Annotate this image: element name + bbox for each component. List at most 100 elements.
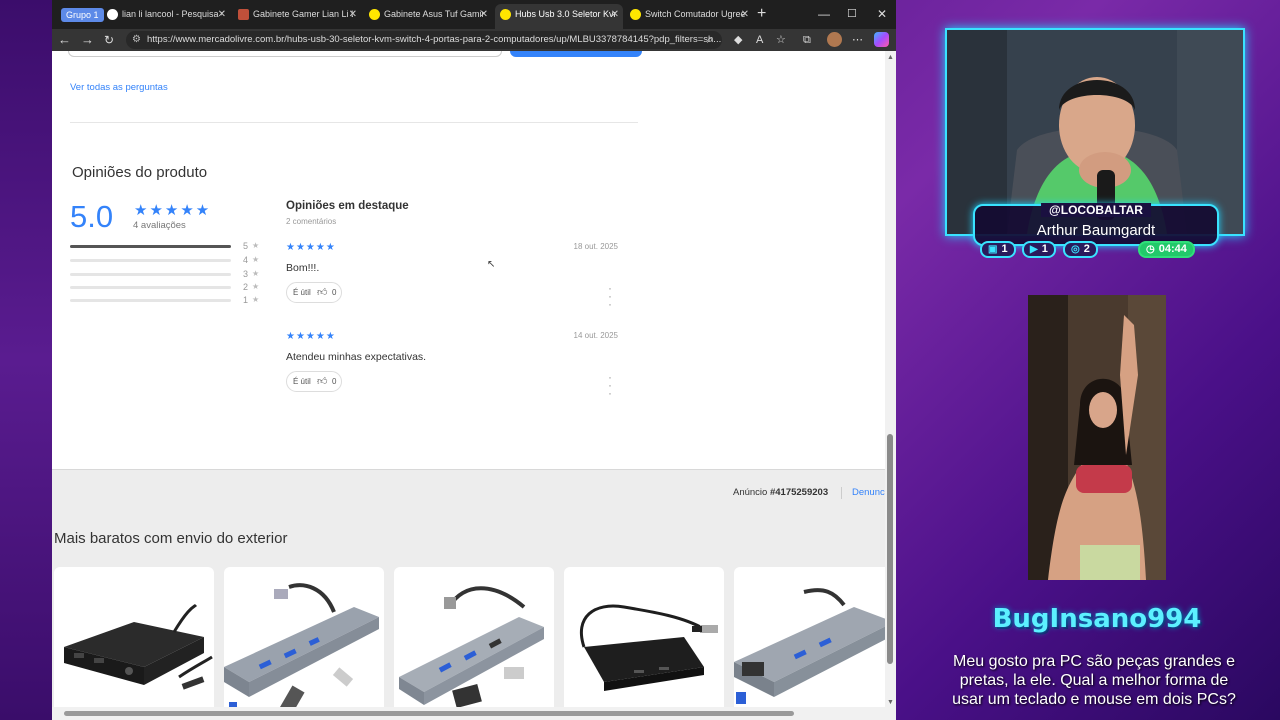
scrollbar-thumb[interactable] [64, 711, 794, 716]
helpful-button[interactable]: É útil 👍︎ 0 [286, 282, 342, 303]
scrollbar-thumb[interactable] [887, 434, 893, 664]
product-favicon-icon [238, 9, 249, 20]
review-date: 18 out. 2025 [573, 242, 618, 251]
youtube-stat: ▶ 1 [1022, 241, 1056, 258]
more-options-icon[interactable]: · · · [608, 371, 612, 399]
mercadolivre-icon [369, 9, 380, 20]
thumbs-up-icon: 👍︎ [317, 287, 328, 298]
kick-stat: ◎ 2 [1063, 241, 1098, 258]
url-text: https://www.mercadolivre.com.br/hubs-usb… [147, 34, 722, 45]
forward-icon[interactable]: → [81, 31, 94, 49]
vertical-scrollbar[interactable]: ▲ ▼ [885, 51, 896, 720]
address-bar[interactable]: ⚙ https://www.mercadolivre.com.br/hubs-u… [126, 31, 722, 49]
twitch-icon: ▣ [988, 244, 998, 255]
maximize-icon[interactable]: ☐ [847, 4, 857, 24]
close-icon[interactable]: ✕ [480, 4, 488, 25]
tab-label: Switch Comutador Ugreen [645, 9, 745, 19]
ask-button[interactable] [510, 51, 642, 57]
rating-distribution-row: 2 ★ [70, 282, 270, 293]
back-icon[interactable]: ← [58, 31, 71, 49]
page-content: Ver todas as perguntas Opiniões do produ… [52, 51, 885, 720]
site-info-icon[interactable]: ⚙ [132, 31, 141, 49]
rating-count: 4 avaliações [133, 220, 186, 231]
rating-distribution-row: 3 ★ [70, 269, 270, 280]
copilot-icon[interactable] [874, 32, 889, 47]
tab-group-label[interactable]: Grupo 1 [61, 8, 104, 22]
minimize-icon[interactable]: — [818, 4, 830, 24]
rating-distribution-row: 1 ★ [70, 295, 270, 306]
review-text: Atendeu minhas expectativas. [286, 351, 427, 363]
helpful-button[interactable]: É útil 👍︎ 0 [286, 371, 342, 392]
ad-number: Anúncio #4175259203 [733, 487, 829, 498]
product-card[interactable] [224, 567, 384, 720]
star-icon: ★ [252, 282, 260, 291]
star-icon: ★ [252, 295, 260, 304]
star-icon: ★ [252, 269, 260, 278]
rating-score: 5.0 [70, 199, 114, 234]
star-icon: ★ [252, 241, 260, 250]
horizontal-scrollbar[interactable] [52, 707, 885, 720]
product-card[interactable] [394, 567, 554, 720]
review-stars: ★★★★★ [286, 242, 336, 253]
rating-bar-fill [70, 245, 231, 248]
more-menu-icon[interactable]: ⋯ [852, 31, 863, 49]
streamer-handle: @LOCOBALTAR [1041, 203, 1151, 217]
product-card[interactable] [54, 567, 214, 720]
thumbs-up-icon: 👍︎ [317, 376, 328, 387]
profile-avatar[interactable] [827, 32, 842, 47]
featured-reviews-title: Opiniões em destaque [286, 200, 409, 212]
donor-name: BugInsano994 [992, 604, 1202, 634]
more-options-icon[interactable]: · · · [608, 282, 612, 310]
coupon-icon[interactable]: ◆ [734, 31, 742, 49]
divider [841, 487, 842, 499]
product-card[interactable] [734, 567, 885, 720]
tab-label: lian li lancool - Pesquisa G [122, 9, 222, 19]
tab-1[interactable]: lian li lancool - Pesquisa G ✕ [102, 4, 230, 29]
usb-c-hub-image [399, 586, 544, 709]
rating-stars: ★★★★★ [134, 202, 212, 219]
extensions-icon[interactable]: ⧉ [803, 31, 811, 49]
see-all-questions-link[interactable]: Ver todas as perguntas [70, 82, 168, 93]
usb-hub-image [579, 604, 718, 691]
google-icon [107, 9, 118, 20]
tab-2[interactable]: Gabinete Gamer Lian Li La ✕ [233, 4, 361, 29]
kvm-switch-image [64, 603, 213, 690]
tab-3[interactable]: Gabinete Asus Tuf Gaming ✕ [364, 4, 492, 29]
scroll-up-icon[interactable]: ▲ [887, 54, 894, 61]
usb-c-hub-ethernet-image [734, 588, 885, 704]
rating-distribution-row: 5 ★ [70, 241, 270, 252]
youtube-icon: ▶ [1030, 244, 1038, 255]
review-text: Bom!!!. [286, 262, 320, 274]
product-card[interactable] [564, 567, 724, 720]
tab-label: Gabinete Asus Tuf Gaming [384, 9, 484, 19]
alert-video [1028, 295, 1166, 580]
tab-label: Gabinete Gamer Lian Li La [253, 9, 353, 19]
review-stars: ★★★★★ [286, 331, 336, 342]
reload-icon[interactable]: ↻ [104, 31, 114, 49]
close-window-icon[interactable]: ✕ [877, 4, 887, 24]
toolbar: ← → ↻ ⚙ https://www.mercadolivre.com.br/… [52, 29, 896, 51]
rating-distribution-row: 4 ★ [70, 255, 270, 266]
report-link[interactable]: Denunciar [852, 487, 885, 498]
favorite-icon[interactable]: ☆ [776, 31, 786, 49]
streamer-nameplate: @LOCOBALTAR Arthur Baumgardt [973, 203, 1219, 246]
review-date: 14 out. 2025 [573, 331, 618, 340]
question-input[interactable] [68, 51, 502, 57]
new-tab-icon[interactable]: + [757, 4, 766, 24]
streamer-name: Arthur Baumgardt [1036, 222, 1156, 239]
close-icon[interactable]: ✕ [349, 4, 357, 25]
scroll-down-icon[interactable]: ▼ [887, 699, 894, 706]
close-icon[interactable]: ✕ [218, 4, 226, 25]
close-icon[interactable]: ✕ [611, 4, 619, 25]
close-icon[interactable]: ✕ [741, 4, 749, 25]
zoom-icon[interactable]: ⌕ [707, 31, 713, 49]
kick-icon: ◎ [1071, 244, 1080, 255]
twitch-stat: ▣ 1 [980, 241, 1016, 258]
mouse-cursor-icon: ↖ [487, 259, 496, 270]
stream-background [0, 0, 52, 720]
read-aloud-icon[interactable]: A [756, 31, 763, 49]
mercadolivre-icon [630, 9, 641, 20]
review-item: ★★★★★ 14 out. 2025 Atendeu minhas expect… [286, 331, 618, 401]
tab-4[interactable]: Hubs Usb 3.0 Seletor Kvm ✕ [495, 4, 623, 29]
tab-5[interactable]: Switch Comutador Ugreen ✕ [625, 4, 753, 29]
